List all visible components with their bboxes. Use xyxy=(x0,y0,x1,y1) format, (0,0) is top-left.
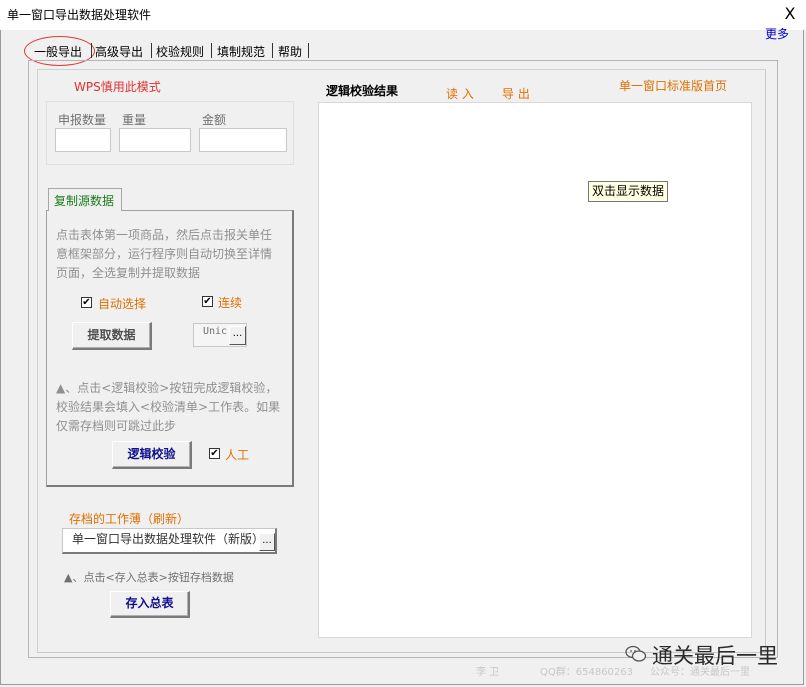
watermark-text: 通关最后一里 xyxy=(652,644,778,668)
extract-data-button[interactable]: 提取数据 xyxy=(72,322,152,350)
result-title: 逻辑校验结果 xyxy=(326,84,399,98)
auto-select-checkbox[interactable]: ✔ xyxy=(81,297,92,308)
tab-separator xyxy=(151,43,152,58)
save-to-total-button[interactable]: 存入总表 xyxy=(110,591,190,618)
encoding-value: Unic xyxy=(203,326,228,337)
weight-field[interactable] xyxy=(119,128,191,152)
tab-advanced-export[interactable]: 高级导出 xyxy=(95,43,143,60)
read-link[interactable]: 读 入 xyxy=(446,85,474,102)
encoding-browse-button[interactable]: ... xyxy=(229,326,246,345)
archive-workbook-value: 单一窗口导出数据处理软件（新版） xyxy=(72,532,265,546)
manual-checkbox[interactable]: ✔ xyxy=(209,448,220,459)
instruction-line: 仅需存档则可跳过此步 xyxy=(56,419,177,433)
tab-help[interactable]: 帮助 xyxy=(278,43,302,60)
amount-label: 金额 xyxy=(202,113,227,127)
qty-field[interactable] xyxy=(55,128,111,152)
continuous-label: 连续 xyxy=(218,296,243,310)
archive-instructions: ▲、点击<存入总表>按钮存档数据 xyxy=(64,571,234,584)
author-text: 李 卫 xyxy=(476,667,500,678)
tab-general-export[interactable]: 一般导出 xyxy=(34,43,82,60)
tab-separator xyxy=(308,43,309,58)
copy-instructions: 点击表体第一项商品，然后点击报关单任 意框架部分，运行程序则自动切换至详情 页面… xyxy=(56,226,272,283)
amount-field[interactable] xyxy=(199,128,287,152)
tab-filling-spec[interactable]: 填制规范 xyxy=(217,43,265,60)
logic-instructions: ▲、点击<逻辑校验>按钮完成逻辑校验， 校验结果会填入<校验清单>工作表。如果 … xyxy=(56,379,280,436)
logic-check-button[interactable]: 逻辑校验 xyxy=(112,441,192,469)
archive-browse-button[interactable]: ... xyxy=(259,533,275,551)
tab-separator xyxy=(272,43,273,58)
more-link[interactable]: 更多 xyxy=(765,25,789,42)
homepage-link[interactable]: 单一窗口标准版首页 xyxy=(619,77,727,94)
instruction-line: ▲、点击<逻辑校验>按钮完成逻辑校验， xyxy=(56,381,278,395)
tab-separator xyxy=(91,43,92,58)
close-button[interactable]: X xyxy=(780,4,800,24)
export-link[interactable]: 导 出 xyxy=(502,85,530,102)
continuous-checkbox[interactable]: ✔ xyxy=(202,296,213,307)
archive-workbook-label[interactable]: 存档的工作薄（刷新） xyxy=(69,510,189,527)
auto-select-label: 自动选择 xyxy=(98,297,147,311)
weight-label: 重量 xyxy=(122,113,147,127)
qty-label: 申报数量 xyxy=(58,113,107,127)
manual-label: 人工 xyxy=(225,448,250,462)
copy-source-tab-label: 复制源数据 xyxy=(54,194,115,208)
instruction-line: 校验结果会填入<校验清单>工作表。如果 xyxy=(56,400,281,414)
tooltip: 双击显示数据 xyxy=(588,181,668,202)
tab-validation-rules[interactable]: 校验规则 xyxy=(156,43,204,60)
tab-separator xyxy=(211,43,212,58)
result-list[interactable] xyxy=(318,102,752,638)
qq-group-text: QQ群：654860263 xyxy=(540,667,634,678)
instruction-line: 点击表体第一项商品，然后点击报关单任 xyxy=(56,228,273,242)
window-title: 单一窗口导出数据处理软件 xyxy=(7,8,152,22)
wps-warning: WPS慎用此模式 xyxy=(74,80,161,94)
instruction-line: 页面，全选复制并提取数据 xyxy=(56,266,201,280)
wechat-icon xyxy=(625,645,647,662)
instruction-line: 意框架部分，运行程序则自动切换至详情 xyxy=(56,247,273,261)
